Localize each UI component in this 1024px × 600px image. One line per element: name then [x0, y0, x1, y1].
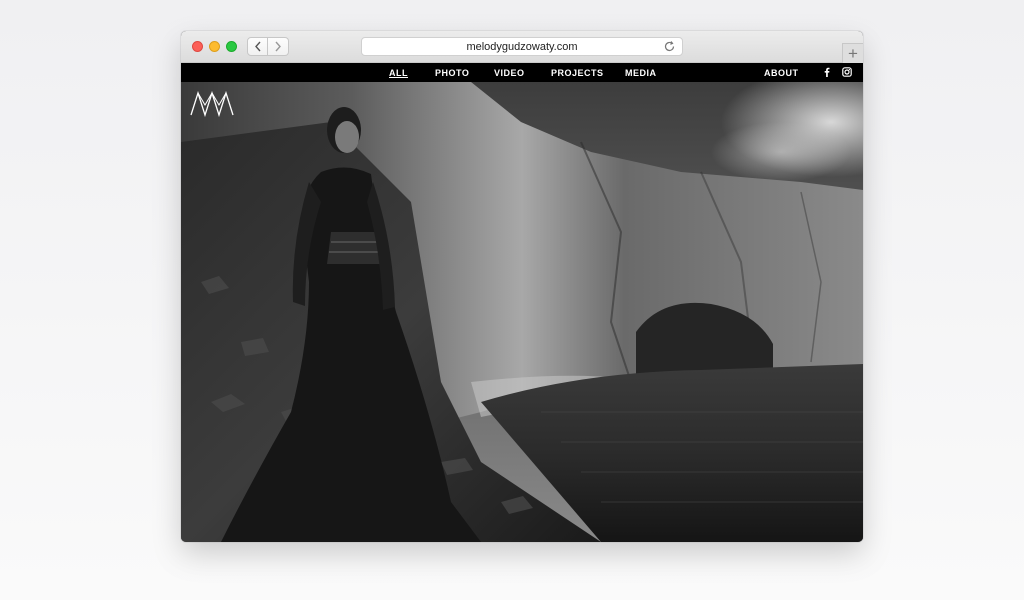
hero-image	[181, 82, 863, 542]
reload-icon[interactable]	[663, 40, 676, 53]
plus-icon: +	[848, 44, 858, 63]
address-url: melodygudzowaty.com	[466, 40, 578, 53]
zoom-window-button[interactable]	[226, 41, 237, 52]
nav-item-projects[interactable]: PROJECTS	[551, 68, 604, 78]
chevron-left-icon	[254, 41, 261, 52]
facebook-icon[interactable]	[822, 67, 832, 77]
nav-item-photo[interactable]: PHOTO	[435, 68, 469, 78]
browser-window: melodygudzowaty.com + ALL PHOTO VIDEO PR…	[181, 31, 863, 542]
close-window-button[interactable]	[192, 41, 203, 52]
instagram-icon[interactable]	[842, 67, 852, 77]
nav-item-all[interactable]: ALL	[389, 68, 408, 78]
new-tab-button[interactable]: +	[842, 43, 863, 63]
browser-toolbar: melodygudzowaty.com +	[181, 31, 863, 63]
hero-photo	[181, 82, 863, 542]
forward-button[interactable]	[268, 37, 289, 56]
nav-item-media[interactable]: MEDIA	[625, 68, 657, 78]
site-navigation: ALL PHOTO VIDEO PROJECTS MEDIA ABOUT	[181, 63, 863, 82]
chevron-right-icon	[275, 41, 281, 52]
address-bar[interactable]: melodygudzowaty.com	[361, 37, 683, 56]
nav-item-video[interactable]: VIDEO	[494, 68, 525, 78]
minimize-window-button[interactable]	[209, 41, 220, 52]
nav-item-about[interactable]: ABOUT	[764, 68, 799, 78]
back-button[interactable]	[247, 37, 268, 56]
